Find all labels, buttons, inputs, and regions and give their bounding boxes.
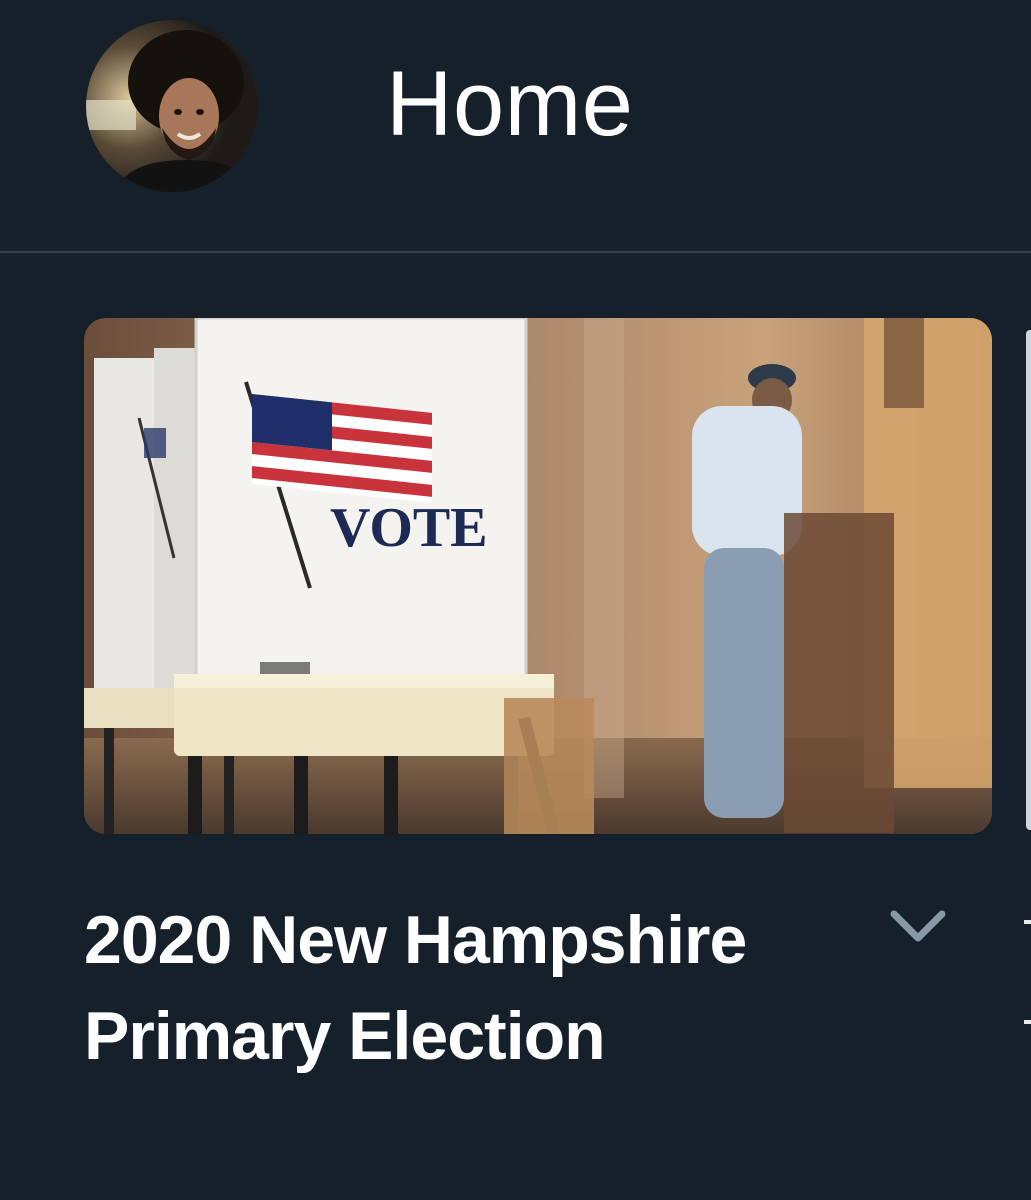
top-bar: Home <box>0 0 1031 252</box>
next-trend-card-edge[interactable] <box>1026 330 1031 830</box>
profile-avatar[interactable] <box>86 20 258 192</box>
chevron-down-icon[interactable] <box>886 906 950 946</box>
booth-text: VOTE <box>330 497 488 559</box>
trend-card-image[interactable]: VOTE <box>84 318 992 834</box>
next-trend-title-fragment <box>1024 1020 1031 1024</box>
next-trend-title-fragment <box>1024 920 1031 924</box>
header-divider <box>0 251 1031 253</box>
trend-title[interactable]: 2020 New Hampshire Primary Election <box>84 892 844 1084</box>
user-avatar-icon <box>86 20 258 192</box>
voting-booth-photo-icon: VOTE <box>84 318 992 834</box>
page-title: Home <box>386 53 634 155</box>
